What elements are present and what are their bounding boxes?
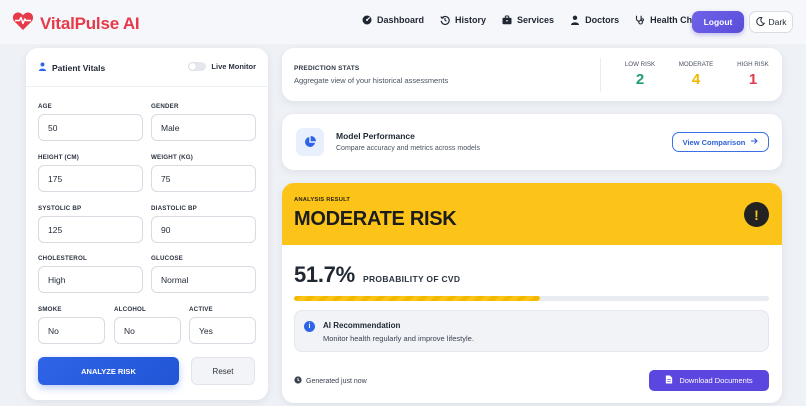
systolic-input[interactable]: 125 [38,216,143,243]
model-performance-card: Model Performance Compare accuracy and m… [282,114,782,170]
info-icon: i [304,321,315,332]
height-input[interactable]: 175 [38,165,143,192]
brand-logo[interactable]: VitalPulse AI [12,11,140,36]
nav-services-label: Services [517,15,555,25]
weight-label: WEIGHT (KG) [151,154,194,161]
patient-vitals-panel: Patient Vitals Live Monitor AGE 50 GENDE… [26,48,268,400]
theme-toggle-label: Dark [768,17,787,27]
prediction-stats-card: PREDICTION STATS Aggregate view of your … [282,48,782,101]
age-input[interactable]: 50 [38,114,143,141]
brand-name: VitalPulse AI [40,13,140,33]
nav-dashboard[interactable]: Dashboard [362,15,424,25]
moon-icon [755,16,765,28]
nav-doctors[interactable]: Doctors [570,15,619,25]
risk-level: MODERATE RISK [294,208,457,230]
diastolic-label: DIASTOLIC BP [151,205,197,212]
smoke-select[interactable]: No [38,317,105,344]
nav-doctors-label: Doctors [585,15,620,25]
live-monitor-toggle[interactable]: Live Monitor [188,62,256,71]
analysis-result-card: ANALYSIS RESULT MODERATE RISK ! 51.7% PR… [282,183,782,403]
nav-history[interactable]: History [440,15,486,25]
gender-select[interactable]: Male [151,114,256,141]
stat-low-risk-label: LOW RISK [624,61,656,68]
view-comparison-button[interactable]: View Comparison [672,132,769,152]
clock-icon [294,376,302,386]
heart-pulse-icon [12,11,34,36]
divider [600,58,601,92]
nav-services[interactable]: Services [502,15,554,25]
result-label: ANALYSIS RESULT [294,197,351,203]
stat-high-risk-value: 1 [748,71,758,88]
history-icon [440,15,450,25]
cholesterol-label: CHOLESTEROL [38,255,87,262]
nav-history-label: History [455,15,487,25]
patient-vitals-title: Patient Vitals [52,62,106,73]
user-icon [570,15,580,25]
smoke-label: SMOKE [38,306,62,313]
divider [26,86,268,87]
toggle-switch[interactable] [188,62,207,71]
weight-input[interactable]: 75 [151,165,256,192]
stat-moderate-value: 4 [691,71,701,88]
nav-links: Dashboard History Services Doctors Healt… [362,15,707,25]
diastolic-input[interactable]: 90 [151,216,256,243]
theme-toggle-button[interactable]: Dark [749,11,793,33]
alcohol-select[interactable]: No [114,317,181,344]
probability-bar-fill [294,296,540,301]
briefcase-icon [502,15,512,25]
reset-button[interactable]: Reset [191,357,255,385]
alcohol-label: ALCOHOL [114,306,146,313]
pie-chart-icon [296,128,324,156]
probability-bar [294,296,769,301]
stat-low-risk-value: 2 [635,71,645,88]
logout-button[interactable]: Logout [692,11,744,33]
model-performance-title: Model Performance [336,131,415,141]
glucose-label: GLUCOSE [151,255,183,262]
age-label: AGE [38,103,53,110]
model-performance-subtitle: Compare accuracy and metrics across mode… [336,145,480,152]
stats-title: PREDICTION STATS [294,65,360,72]
height-label: HEIGHT (CM) [38,154,80,161]
generated-timestamp: Generated just now [294,376,367,386]
probability-value: 51.7% [294,262,355,287]
stat-high-risk-label: HIGH RISK [737,61,769,68]
systolic-label: SYSTOLIC BP [38,205,82,212]
active-select[interactable]: Yes [189,317,256,344]
probability-label: PROBABILITY OF CVD [363,274,461,284]
active-label: ACTIVE [189,306,213,313]
document-icon [665,375,673,386]
alert-icon: ! [744,202,769,227]
stat-low-risk: LOW RISK 2 [615,61,665,88]
stethoscope-icon [635,15,645,25]
cholesterol-select[interactable]: High [38,266,143,293]
recommendation-title: AI Recommendation [323,321,401,330]
stat-moderate: MODERATE 4 [671,61,721,88]
stat-high-risk: HIGH RISK 1 [728,61,778,88]
nav-dashboard-label: Dashboard [377,15,425,25]
recommendation-text: Monitor health regularly and improve lif… [323,334,474,343]
stats-subtitle: Aggregate view of your historical assess… [294,76,449,85]
stat-moderate-label: MODERATE [678,61,714,68]
download-documents-button[interactable]: Download Documents [649,370,769,391]
download-documents-label: Download Documents [679,376,753,385]
gender-label: GENDER [151,103,179,110]
generated-label: Generated just now [306,377,367,385]
user-icon [38,62,47,73]
view-comparison-label: View Comparison [682,137,746,147]
ai-recommendation-box: i AI Recommendation Monitor health regul… [294,310,769,352]
patient-vitals-header: Patient Vitals [38,62,105,73]
live-monitor-label: Live Monitor [211,62,256,71]
gauge-icon [362,15,372,25]
top-navbar: VitalPulse AI Dashboard History Services… [0,0,806,44]
result-header: ANALYSIS RESULT MODERATE RISK ! [282,183,782,245]
arrow-right-icon [750,137,759,147]
analyze-risk-button[interactable]: ANALYZE RISK [38,357,179,385]
glucose-select[interactable]: Normal [151,266,256,293]
